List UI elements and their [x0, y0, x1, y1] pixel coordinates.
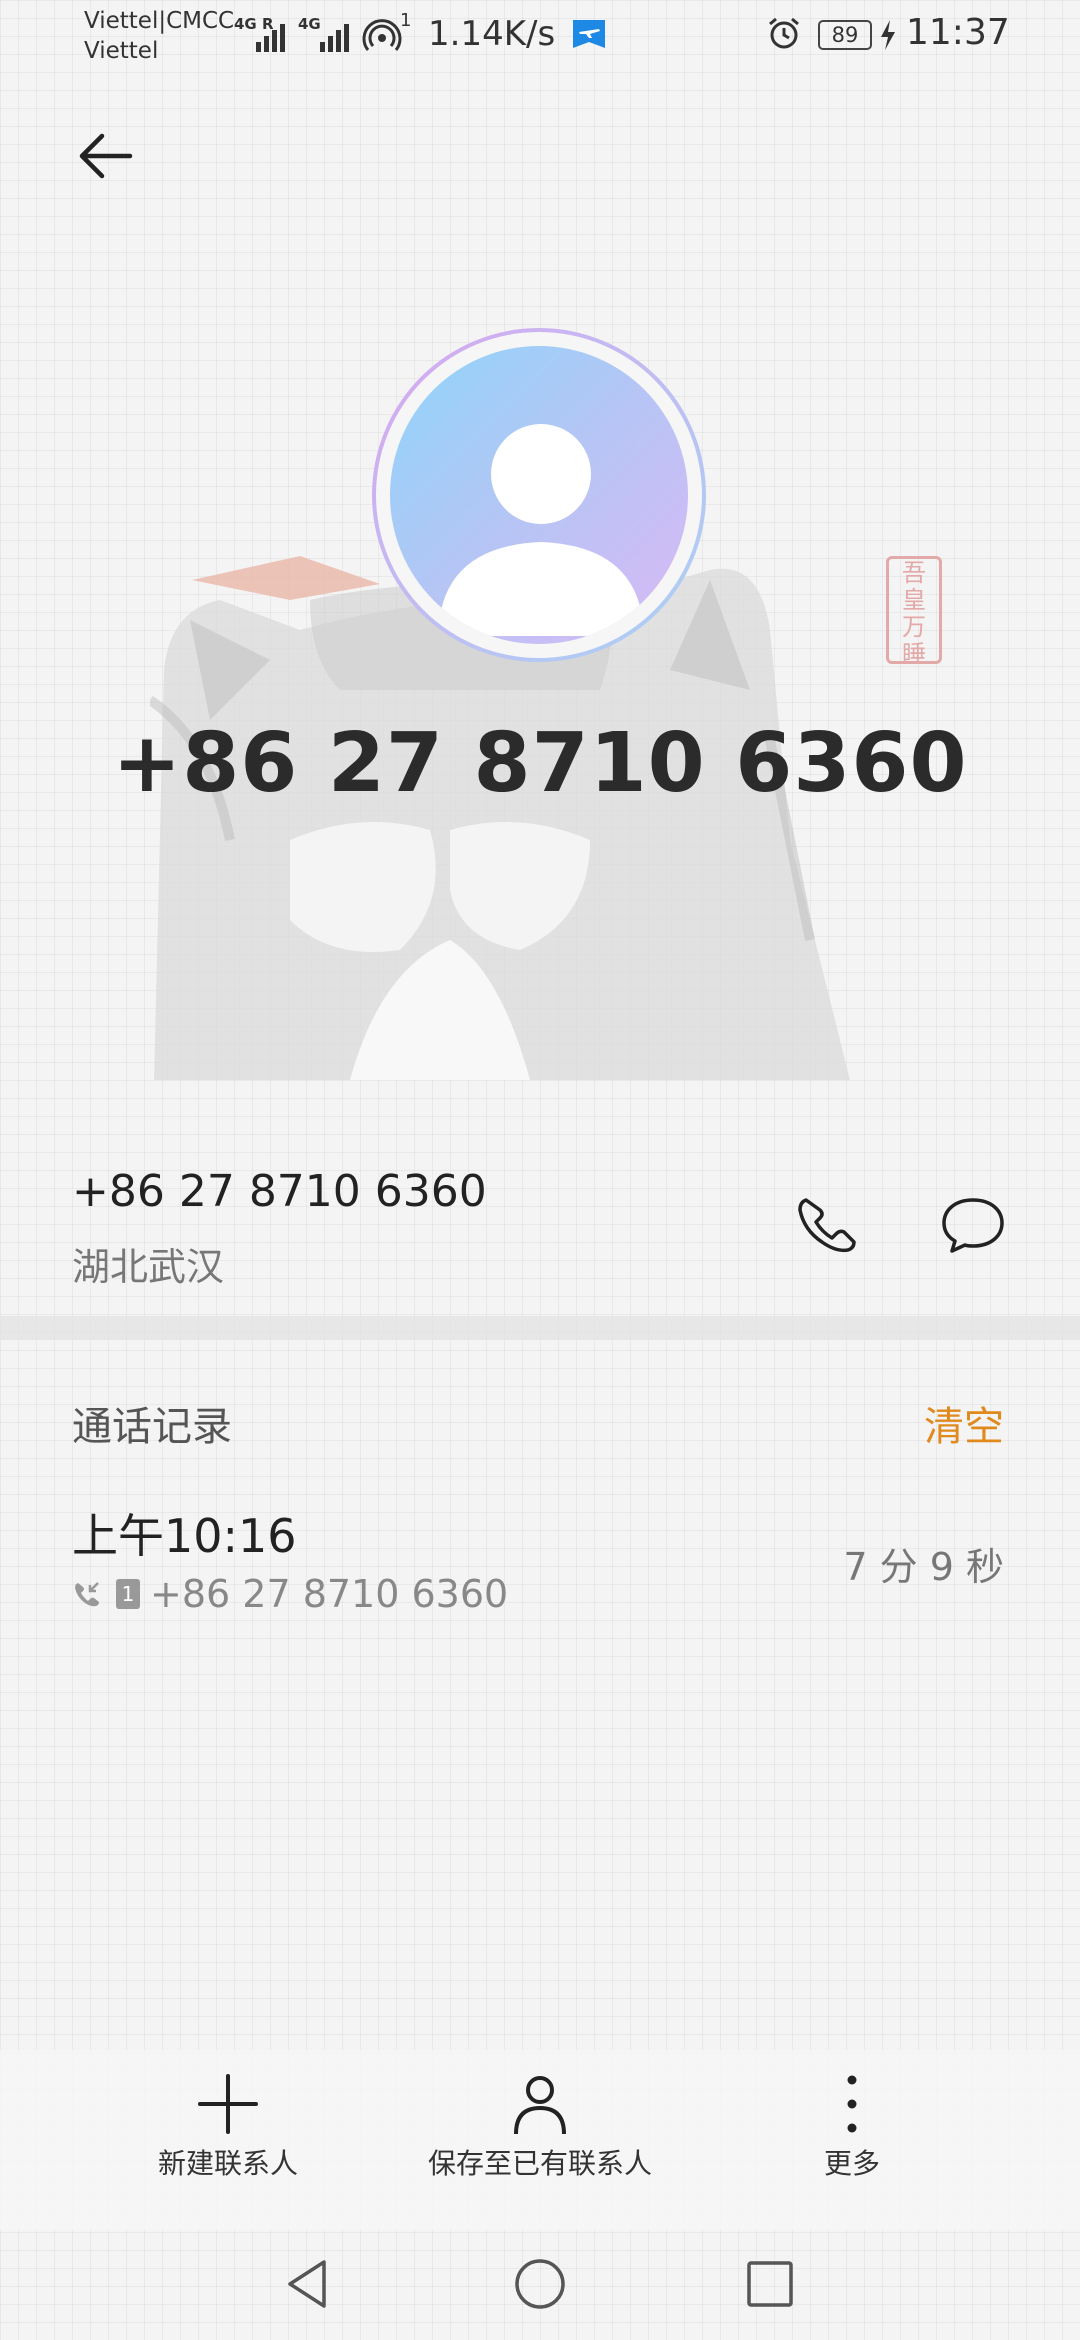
call-number: +86 27 8710 6360	[150, 1572, 509, 1616]
save-to-existing-label: 保存至已有联系人	[427, 2147, 652, 2180]
nav-home-icon[interactable]	[508, 2252, 572, 2316]
back-arrow-icon[interactable]	[72, 122, 140, 190]
phone-icon[interactable]	[792, 1190, 862, 1260]
carrier-1: Viettel|CMCC	[84, 8, 235, 34]
status-time: 11:37	[906, 12, 1010, 53]
carrier-2: Viettel	[84, 38, 159, 64]
contact-number-title: +86 27 8710 6360	[112, 716, 968, 811]
phone-number[interactable]: +86 27 8710 6360	[72, 1166, 487, 1217]
charging-icon	[881, 20, 895, 50]
signal-icon: 4G R	[234, 16, 288, 52]
more-vertical-icon	[847, 2075, 857, 2133]
section-divider	[0, 1316, 1080, 1340]
more-label: 更多	[823, 2147, 880, 2180]
message-icon[interactable]	[938, 1190, 1008, 1260]
save-to-existing-button[interactable]: 保存至已有联系人	[418, 2072, 662, 2182]
flight-app-icon	[573, 20, 605, 48]
person-icon	[514, 2076, 566, 2135]
carrier-names: Viettel|CMCC Viettel	[84, 6, 234, 66]
clear-log-button[interactable]: 清空	[924, 1394, 1004, 1452]
network-speed: 1.14K/s	[428, 14, 556, 54]
contact-avatar[interactable]	[372, 328, 706, 662]
call-duration: 7 分 9 秒	[843, 1545, 1004, 1589]
bottom-action-bar: 新建联系人 保存至已有联系人 更多	[0, 2050, 1080, 2230]
hotspot-count: 1	[400, 10, 412, 31]
hotspot-icon	[362, 19, 402, 51]
nav-recents-icon[interactable]	[738, 2252, 802, 2316]
phone-location: 湖北武汉	[72, 1245, 225, 1289]
plus-icon	[198, 2074, 258, 2134]
nav-back-icon[interactable]	[278, 2252, 342, 2316]
status-bar: Viettel|CMCC Viettel 4G R 4G 1 1.14K/s 8…	[0, 0, 1080, 78]
more-button[interactable]: 更多	[812, 2072, 892, 2182]
seal-stamp: 吾 皇 万 睡	[886, 556, 942, 667]
system-nav-bar	[0, 2230, 1080, 2340]
battery-indicator: 89	[818, 20, 872, 50]
call-log-title: 通话记录	[72, 1404, 232, 1450]
signal-icon: 4G	[298, 16, 354, 52]
incoming-call-icon	[75, 1582, 99, 1607]
new-contact-button[interactable]: 新建联系人	[148, 2072, 308, 2182]
call-time: 上午10:16	[72, 1509, 297, 1563]
alarm-icon	[769, 17, 799, 49]
person-avatar-icon	[390, 346, 688, 644]
new-contact-label: 新建联系人	[157, 2147, 298, 2180]
sim-badge: 1	[116, 1579, 140, 1609]
